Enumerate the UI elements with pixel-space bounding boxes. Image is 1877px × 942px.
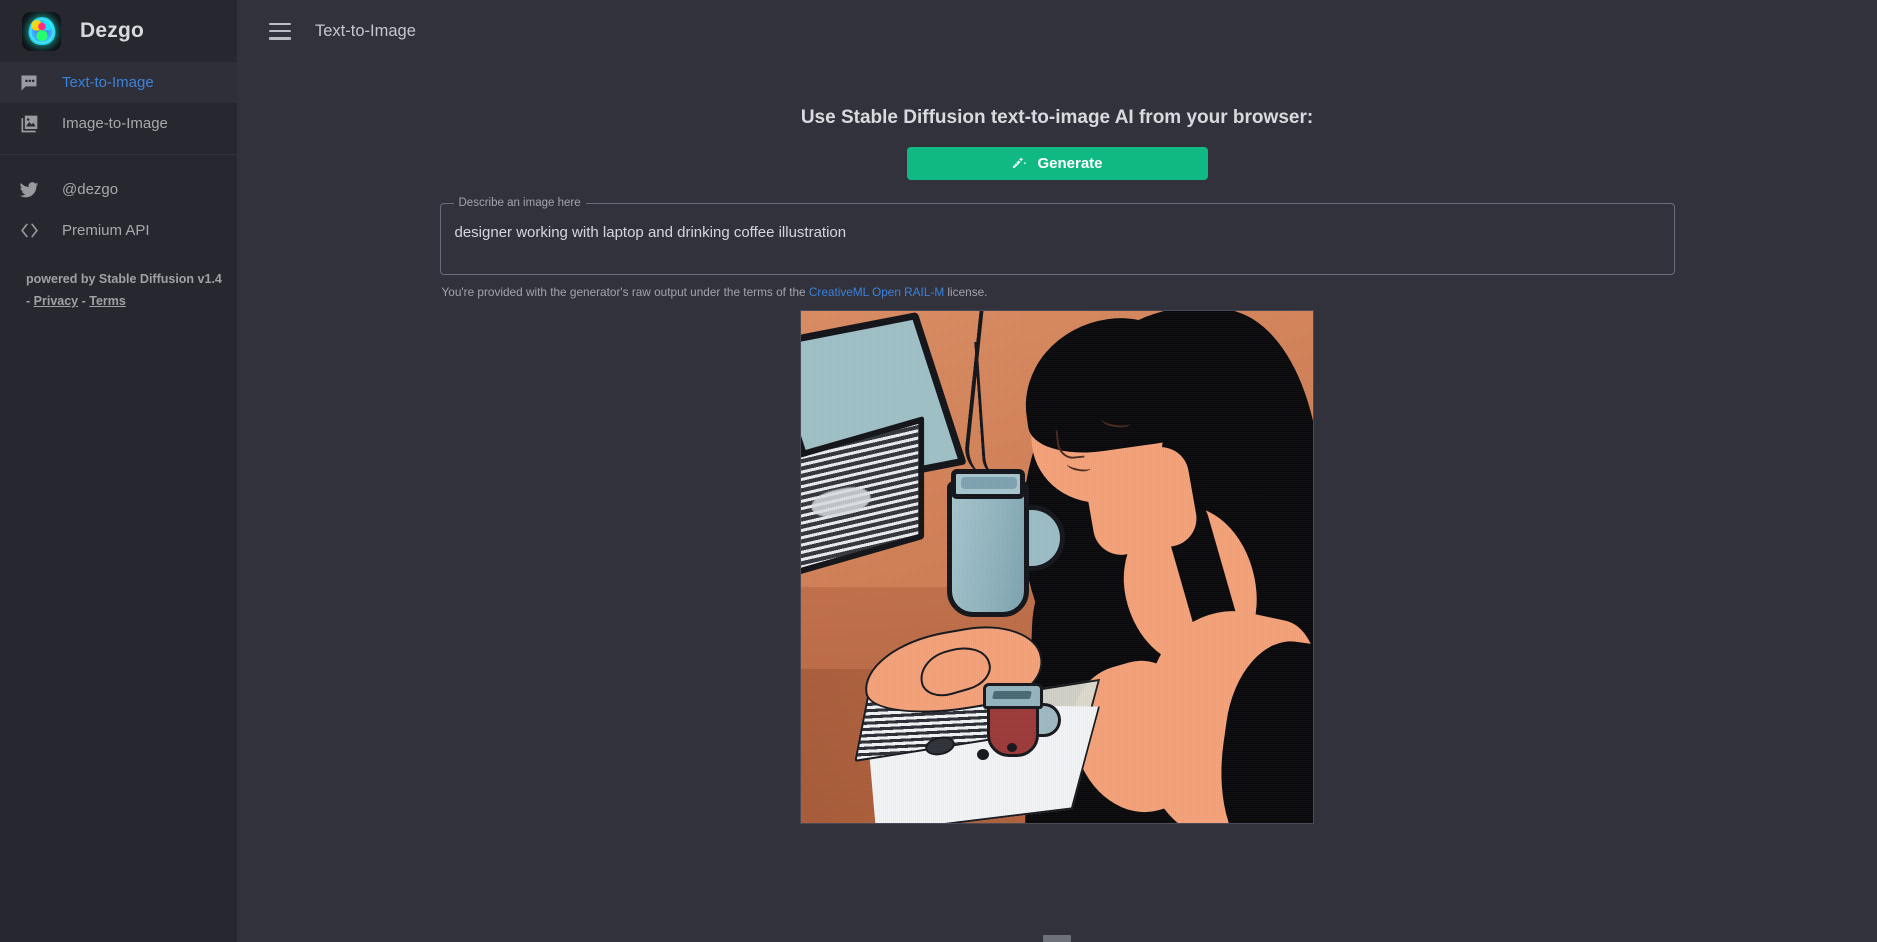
sidebar-item-label: Text-to-Image bbox=[62, 74, 154, 91]
twitter-bird-icon bbox=[18, 179, 40, 201]
license-prefix: You're provided with the generator's raw… bbox=[441, 285, 809, 299]
code-brackets-icon bbox=[18, 220, 40, 242]
sidebar-item-image-to-image[interactable]: Image-to-Image bbox=[0, 103, 237, 144]
page-title: Text-to-Image bbox=[315, 21, 416, 40]
sidebar-item-label: Image-to-Image bbox=[62, 115, 168, 132]
sidebar-footer: powered by Stable Diffusion v1.4 - Priva… bbox=[0, 251, 237, 312]
sidebar-link-twitter[interactable]: @dezgo bbox=[0, 169, 237, 210]
result-image-wrapper bbox=[237, 310, 1877, 824]
sidebar-links: @dezgo Premium API bbox=[0, 155, 237, 251]
legal-separator: - bbox=[78, 294, 90, 308]
generate-button[interactable]: Generate bbox=[906, 147, 1208, 180]
sidebar-item-text-to-image[interactable]: Text-to-Image bbox=[0, 62, 237, 103]
license-notice: You're provided with the generator's raw… bbox=[440, 285, 1675, 299]
legal-links: - Privacy - Terms bbox=[26, 294, 126, 308]
sidebar-nav: Text-to-Image Image-to-Image bbox=[0, 62, 237, 144]
magic-wand-icon bbox=[1011, 155, 1028, 172]
headline: Use Stable Diffusion text-to-image AI fr… bbox=[800, 107, 1314, 128]
app-root: Dezgo Text-to-Image Image-to-Image @dezg… bbox=[0, 0, 1877, 942]
legal-prefix: - bbox=[26, 294, 34, 308]
topbar: Text-to-Image bbox=[237, 0, 1877, 62]
prompt-field-wrapper: Describe an image here designer working … bbox=[439, 196, 1675, 299]
sidebar-link-label: Premium API bbox=[62, 222, 150, 239]
prompt-field-legend: Describe an image here bbox=[453, 196, 586, 210]
generated-image[interactable] bbox=[800, 310, 1314, 824]
privacy-link[interactable]: Privacy bbox=[34, 294, 78, 308]
prompt-input[interactable]: Describe an image here designer working … bbox=[439, 196, 1675, 275]
scroll-indicator[interactable] bbox=[1043, 935, 1071, 942]
prompt-value: designer working with laptop and drinkin… bbox=[454, 224, 847, 241]
terms-link[interactable]: Terms bbox=[89, 294, 126, 308]
hamburger-menu-icon[interactable] bbox=[269, 22, 291, 40]
main-area: Text-to-Image Use Stable Diffusion text-… bbox=[237, 0, 1877, 942]
brand-name: Dezgo bbox=[80, 19, 144, 42]
generate-button-label: Generate bbox=[1037, 155, 1103, 172]
chat-bubble-dots-icon bbox=[18, 72, 40, 94]
sidebar-link-premium-api[interactable]: Premium API bbox=[0, 210, 237, 251]
sidebar: Dezgo Text-to-Image Image-to-Image @dezg… bbox=[0, 0, 237, 942]
photo-stack-icon bbox=[18, 113, 40, 135]
generate-row: Generate bbox=[237, 147, 1877, 180]
brain-logo-icon bbox=[22, 11, 61, 51]
content-area: Use Stable Diffusion text-to-image AI fr… bbox=[237, 62, 1877, 942]
license-suffix: license. bbox=[944, 285, 988, 299]
powered-by-text: powered by Stable Diffusion v1.4 bbox=[26, 272, 222, 286]
sidebar-link-label: @dezgo bbox=[62, 181, 119, 198]
license-link[interactable]: CreativeML Open RAIL-M bbox=[809, 285, 944, 299]
brand-header: Dezgo bbox=[0, 0, 237, 62]
